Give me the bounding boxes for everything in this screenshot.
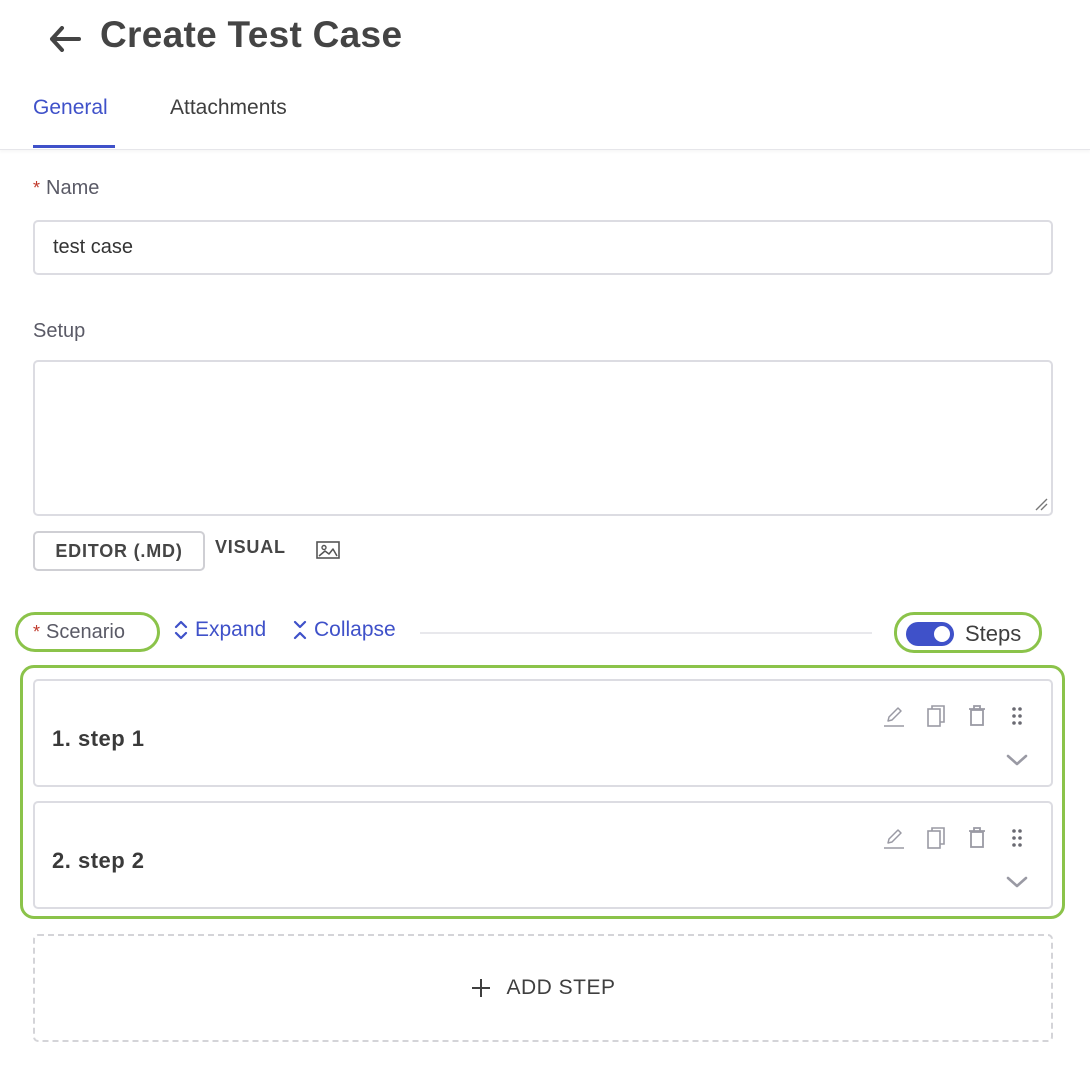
drag-handle-icon [1012,829,1022,847]
scenario-divider [420,632,872,634]
toggle-knob [934,626,950,642]
expand-button[interactable]: Expand [173,618,266,642]
name-label-text: Name [46,177,100,199]
required-mark: * [33,178,41,198]
step-title: 2. step 2 [52,848,145,873]
scenario-label: * Scenario [15,612,160,652]
collapse-icon [293,620,307,640]
setup-textarea[interactable] [33,360,1053,516]
add-step-label: ADD STEP [506,976,616,999]
edit-step-button[interactable] [882,703,906,729]
expand-step-button[interactable] [1005,747,1029,773]
drag-handle-icon [1012,707,1022,725]
trash-icon [969,705,985,726]
name-label: * Name [33,177,99,200]
chevron-down-icon [1006,754,1028,766]
steps-toggle-group: Steps [894,612,1042,653]
steps-toggle-label: Steps [965,621,1022,646]
page-title: Create Test Case [100,14,403,55]
pencil-icon [884,829,904,849]
expand-label: Expand [195,618,267,641]
setup-label: Setup [33,320,86,342]
drag-handle[interactable] [1005,703,1029,729]
steps-toggle[interactable] [906,622,954,646]
delete-step-button[interactable] [965,825,989,851]
tab-attachments[interactable]: Attachments [170,96,287,120]
page-header: Create Test Case General Attachments [0,0,1090,150]
copy-step-button[interactable] [924,703,948,729]
image-icon[interactable] [315,539,341,561]
drag-handle[interactable] [1005,825,1029,851]
copy-icon [927,705,945,727]
active-tab-indicator [33,145,115,148]
plus-icon [472,979,491,997]
step-title: 1. step 1 [52,726,145,751]
copy-icon [927,827,945,849]
visual-button[interactable]: VISUAL [215,537,286,558]
required-mark: * [33,621,41,642]
step-card[interactable]: 1. step 1 [33,679,1053,787]
scenario-label-text: Scenario [46,620,125,643]
expand-icon [174,620,188,640]
expand-step-button[interactable] [1005,869,1029,895]
edit-step-button[interactable] [882,825,906,851]
delete-step-button[interactable] [965,703,989,729]
copy-step-button[interactable] [924,825,948,851]
chevron-down-icon [1006,876,1028,888]
editor-md-button[interactable]: EDITOR (.MD) [33,531,205,571]
name-input[interactable]: test case [33,220,1053,275]
tab-general[interactable]: General [33,96,108,120]
resize-grip-icon[interactable] [1034,497,1048,511]
collapse-button[interactable]: Collapse [292,618,396,642]
trash-icon [969,827,985,848]
collapse-label: Collapse [314,618,396,641]
add-step-button[interactable]: ADD STEP [33,934,1053,1042]
arrow-left-icon [50,26,81,52]
pencil-icon [884,707,904,727]
step-card[interactable]: 2. step 2 [33,801,1053,909]
back-button[interactable] [46,22,84,56]
